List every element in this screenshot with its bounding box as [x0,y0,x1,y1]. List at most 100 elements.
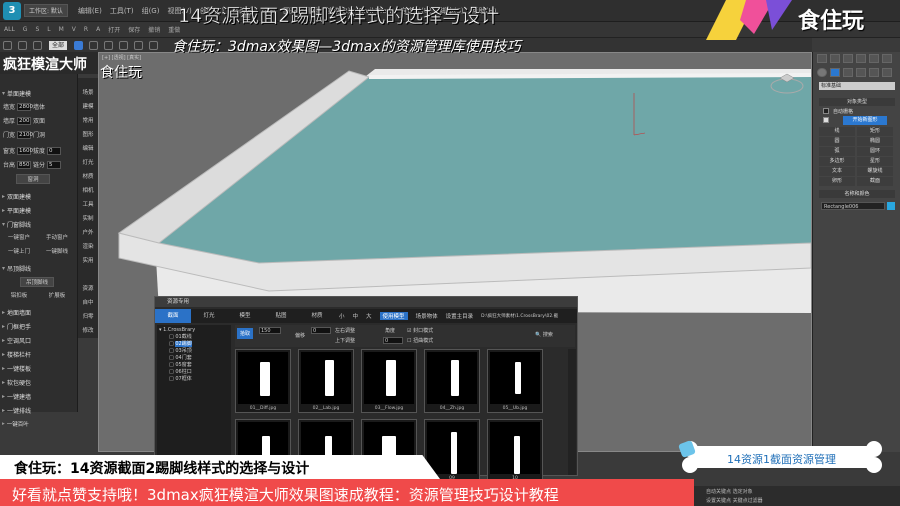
autogrid-checkbox[interactable] [823,108,829,114]
rect-select-icon[interactable] [104,40,114,50]
systems-icon[interactable] [882,68,892,77]
tab-model[interactable]: 模型 [227,309,263,323]
toolbar-save[interactable]: 保存 [124,25,144,34]
tree-item[interactable]: □ 02踢脚 [159,341,229,348]
link-icon[interactable] [3,40,12,50]
aluminum-board-button[interactable]: 铝扣板 [2,291,36,301]
section-ac-vent[interactable]: 空调风口 [2,335,76,345]
cat-realmake[interactable]: 实制 [78,214,98,225]
circle-button[interactable]: 圆 [819,137,855,146]
window-hole-button[interactable]: 窗洞 [16,174,50,184]
status-line-1[interactable]: 自动关键点 选定对象 [706,488,753,495]
manual-window-button[interactable]: 手动窗户 [40,233,74,243]
toolbar-g[interactable]: G [19,26,32,33]
toolbar-open[interactable]: 打开 [104,25,124,34]
line-button[interactable]: 线 [819,127,855,136]
toolbar-v[interactable]: V [68,26,80,33]
toolbar-m[interactable]: M [55,26,68,33]
object-color-swatch[interactable] [887,202,895,210]
size-medium[interactable]: 中 [353,312,359,320]
section-floor-slab[interactable]: 一键楼板 [2,363,76,373]
input-window-width[interactable]: 1600 [17,146,33,155]
section-single-wall[interactable]: 单面建模 [2,88,76,98]
name-color-rollout[interactable]: 名称和颜色 [819,190,895,198]
one-click-skirting-button[interactable]: 一键脚线 [40,247,74,257]
extension-board-button[interactable]: 扩展板 [40,291,74,301]
viewport-label[interactable]: [+] [透视] [真实] [102,54,141,61]
cat-resource[interactable]: 资源 [78,284,98,295]
section-build-wall[interactable]: 一键建墙 [2,391,76,401]
cat-self[interactable]: 自中 [78,298,98,309]
value-field-3[interactable]: 0 [383,337,403,344]
cat-camera[interactable]: 相机 [78,186,98,197]
shapes-icon[interactable] [830,68,840,77]
align-button[interactable]: 左右调整 [335,327,355,334]
cat-material[interactable]: 材质 [78,172,98,183]
modify-tab-icon[interactable] [830,54,840,63]
tree-item[interactable]: □ 07框体 [159,376,229,383]
ellipse-button[interactable]: 椭圆 [857,137,893,146]
menu-group[interactable]: 组(G) [138,6,164,16]
menu-edit[interactable]: 编辑(E) [74,6,106,16]
utility-tab-icon[interactable] [882,54,892,63]
motion-tab-icon[interactable] [856,54,866,63]
size-small[interactable]: 小 [339,312,345,320]
app-logo-icon[interactable]: 3 [3,1,21,20]
star-button[interactable]: 星形 [857,157,893,166]
thumbnail[interactable]: 02__Lab.jpg [298,349,354,413]
toolbar-a[interactable]: A [92,26,104,33]
menu-tools[interactable]: 工具(T) [106,6,138,16]
size-large[interactable]: 大 [366,312,372,320]
hierarchy-tab-icon[interactable] [843,54,853,63]
egg-button[interactable]: 卵形 [819,177,855,186]
workspace-select[interactable]: 工作区: 默认 [24,4,68,17]
scale-icon[interactable] [149,40,159,50]
tab-light[interactable]: 灯光 [191,309,227,323]
thumbnail-scrollbar[interactable] [568,349,576,475]
cat-scene[interactable]: 场景 [78,88,98,99]
toolbar-s[interactable]: S [31,26,43,33]
tree-item[interactable]: □ 01截线 [159,334,229,341]
section-soft-pack[interactable]: 软包硬包 [2,377,76,387]
tab-section[interactable]: 截面 [155,309,191,323]
section-double-wall[interactable]: 双面建模 [2,191,76,201]
input-sill-height[interactable]: 850 [17,160,32,169]
thumbnail[interactable]: 05__Ub.jpg [487,349,543,413]
ngon-button[interactable]: 多边形 [819,157,855,166]
text-button[interactable]: 文本 [819,167,855,176]
value-field-1[interactable]: 150 [259,327,281,334]
scene-object-button[interactable]: 场景物体 [416,312,438,320]
tab-texture[interactable]: 贴图 [263,309,299,323]
shape-category-select[interactable]: 标准基础 [819,82,895,90]
tree-item[interactable]: □ 03吊顶 [159,348,229,355]
section-door-window[interactable]: 门窗脚线 [2,219,76,229]
input-wall-width[interactable]: 2800 [17,102,33,111]
tab-material[interactable]: 材质 [299,309,335,323]
helix-button[interactable]: 螺旋线 [857,167,893,176]
tree-item[interactable]: □ 05窗套 [159,362,229,369]
use-model-button[interactable]: 使用模型 [379,312,408,320]
rectangle-button[interactable]: 矩形 [857,127,893,136]
arc-button[interactable]: 弧 [819,147,855,156]
set-home-button[interactable]: 设置主目录 [446,312,474,320]
thumbnail[interactable]: 10 [487,419,543,483]
thumbnail[interactable]: 04__Zh.jpg [424,349,480,413]
cat-edit[interactable]: 编辑 [78,144,98,155]
cat-outdoor[interactable]: 户外 [78,228,98,239]
cat-modeling[interactable]: 建模 [78,102,98,113]
section-plan[interactable]: 平面建模 [2,205,76,215]
one-click-window-button[interactable]: 一键窗户 [2,233,36,243]
button-door-hole[interactable]: 门洞 [33,130,45,139]
value-field-2[interactable]: 0 [311,327,331,334]
thumbnail[interactable]: 01__Diff.jpg [235,349,291,413]
cameras-icon[interactable] [856,68,866,77]
button-double[interactable]: 双面 [33,116,45,125]
tree-item[interactable]: ▾ 1.CrossBrary [159,327,229,334]
one-click-door-button[interactable]: 一键上门 [2,247,36,257]
select-by-name-icon[interactable] [89,40,99,50]
lights-icon[interactable] [843,68,853,77]
tree-item[interactable]: □ 04门套 [159,355,229,362]
tree-item[interactable]: □ 06柱口 [159,369,229,376]
input-segments[interactable]: 5 [47,160,62,169]
updown-button[interactable]: 上下调整 [335,337,355,344]
